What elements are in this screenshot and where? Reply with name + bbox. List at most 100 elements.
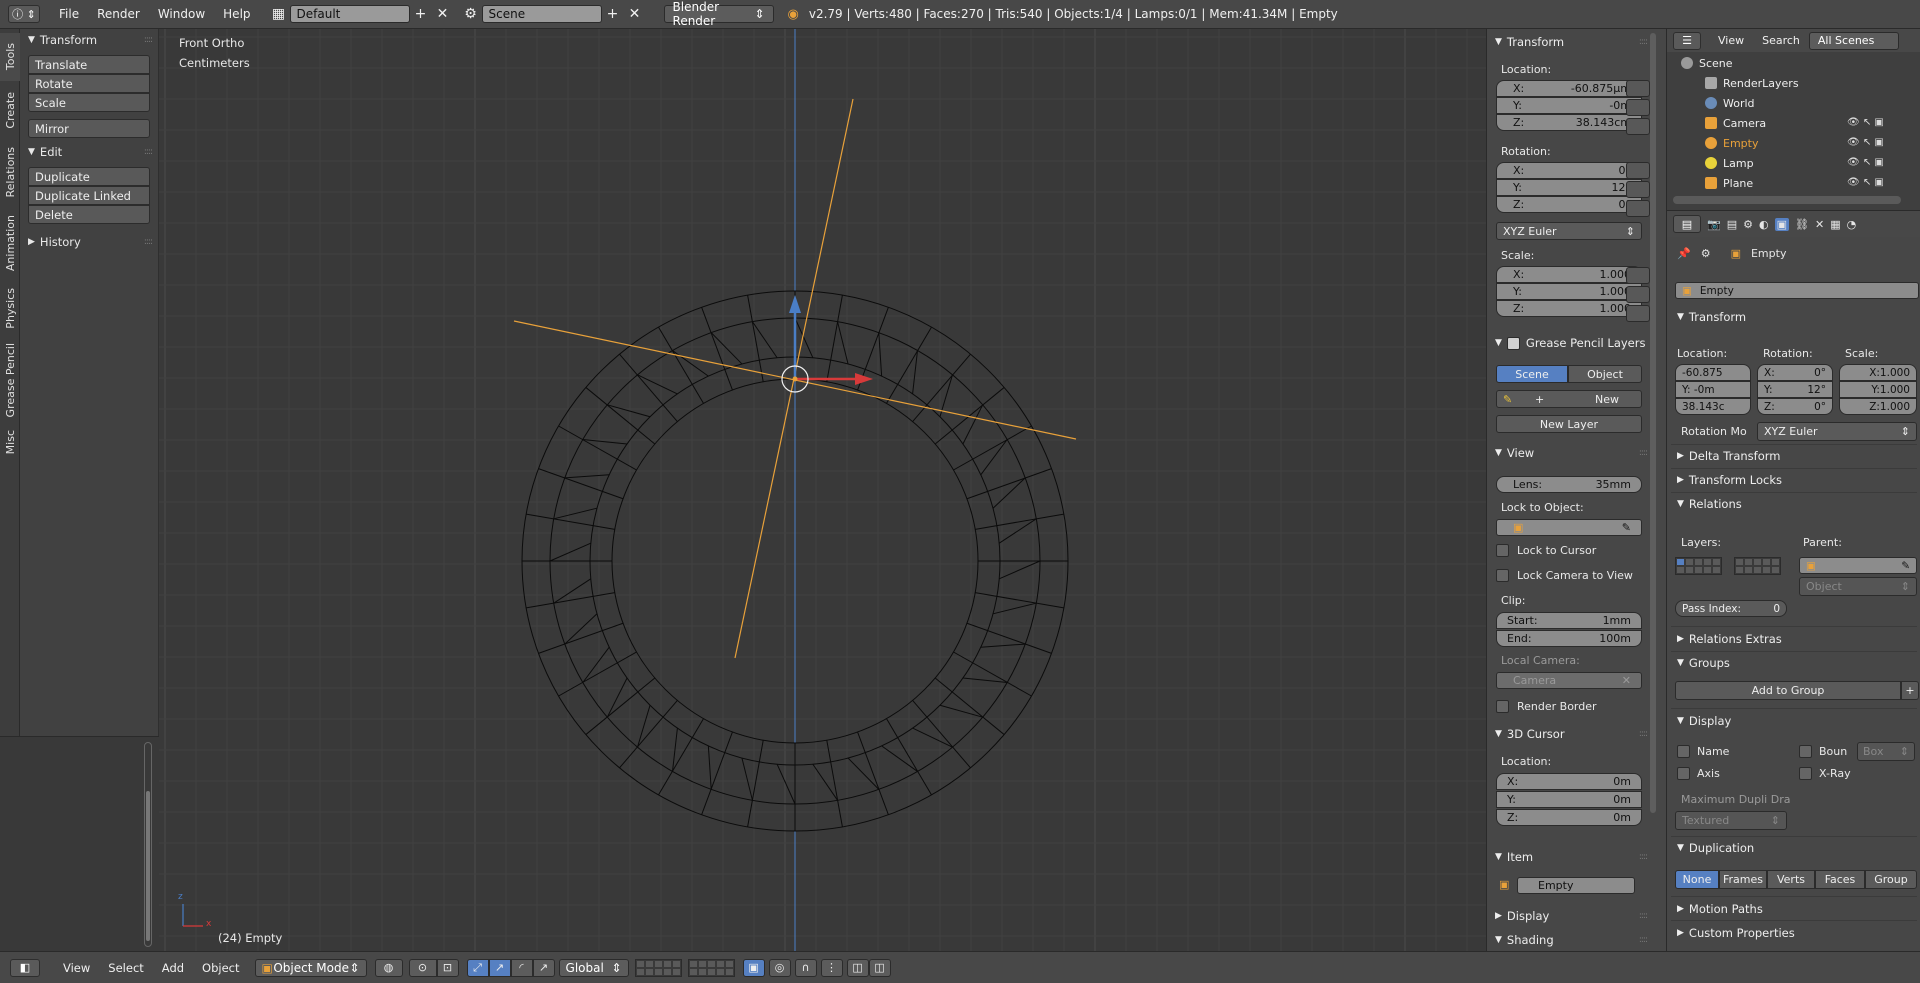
tab-create[interactable]: Create [0, 83, 20, 137]
cursor-z-field[interactable]: Z: 0m [1496, 809, 1642, 826]
rotation-x-field[interactable]: X: 0° [1496, 162, 1642, 179]
rotation-z-field[interactable]: Z: 0° [1496, 196, 1642, 213]
p-rotation-y-field[interactable]: Y: 12° [1757, 381, 1833, 398]
drag-handle-icon[interactable]: :::: [1639, 852, 1648, 862]
drag-handle-icon[interactable]: :::: [1639, 911, 1648, 921]
remove-scene-icon[interactable]: ✕ [624, 5, 646, 23]
tab-misc[interactable]: Misc [0, 425, 20, 459]
render-opengl-image-button[interactable]: ◫ [846, 958, 869, 977]
object-layers-grid[interactable] [1675, 557, 1781, 575]
delete-button[interactable]: Delete [28, 205, 150, 224]
edit-panel-header[interactable]: ▼ Edit:::: [20, 142, 158, 162]
tab-grease-pencil[interactable]: Grease Pencil [0, 337, 20, 423]
screen-layout-field[interactable]: Default [289, 5, 410, 23]
outliner-filter-select[interactable]: All Scenes [1808, 31, 1899, 50]
info-editor-type-button[interactable]: ⓘ ⇕ [8, 5, 40, 23]
eyedropper-icon[interactable]: ✎ [1901, 560, 1910, 572]
outliner-search-menu[interactable]: Search [1753, 34, 1809, 47]
grease-pencil-header[interactable]: ▼ Grease Pencil Layers [1487, 333, 1653, 353]
lock-location-x-button[interactable] [1626, 80, 1650, 97]
snap-element-select[interactable]: ⋮ [820, 958, 843, 977]
dupli-none-button[interactable]: None [1675, 870, 1719, 889]
pin-icon[interactable]: 📌 [1677, 247, 1691, 260]
duplicate-linked-button[interactable]: Duplicate Linked [28, 186, 150, 205]
screen-layout-icon[interactable]: ▦ [268, 5, 290, 23]
menu-window[interactable]: Window [149, 7, 214, 21]
render-opengl-animation-button[interactable]: ◫ [868, 958, 891, 977]
tab-animation[interactable]: Animation [0, 207, 20, 279]
render-context-icon[interactable]: 📷 [1707, 218, 1721, 231]
menu-file[interactable]: File [50, 7, 88, 21]
scrollbar-thumb[interactable] [146, 791, 150, 941]
snap-toggle-button[interactable]: ∩ [794, 958, 817, 977]
dupli-verts-button[interactable]: Verts [1767, 870, 1815, 889]
viewport-shading-select[interactable]: ◍ [374, 958, 403, 977]
operator-scrollbar[interactable] [144, 742, 152, 947]
transform-orientation-select[interactable]: Global ⇕ [558, 958, 629, 977]
mirror-button[interactable]: Mirror [28, 119, 150, 138]
scale-manipulator-button[interactable]: ↗ [532, 958, 555, 977]
display-bounds-checkbox[interactable] [1799, 745, 1812, 758]
drag-handle-icon[interactable]: :::: [1639, 448, 1648, 458]
scale-z-field[interactable]: Z: 1.000 [1496, 300, 1642, 317]
outliner-row-scene[interactable]: Scene [1667, 53, 1920, 73]
n-transform-header[interactable]: ▼ Transform:::: [1487, 32, 1653, 52]
outliner-editor-type-button[interactable]: ☰ [1673, 31, 1701, 50]
location-y-field[interactable]: Y: -0m [1496, 97, 1642, 114]
outliner-row-renderlayers[interactable]: RenderLayers [1667, 73, 1920, 93]
tab-physics[interactable]: Physics [0, 281, 20, 335]
view-panel-header[interactable]: ▼ View:::: [1487, 443, 1653, 463]
translate-manipulator-button[interactable]: ↗ [488, 958, 511, 977]
p-scale-x-field[interactable]: X:1.000 [1839, 364, 1917, 381]
tab-tools[interactable]: Tools [0, 33, 20, 81]
p-location-z-field[interactable]: 38.143c [1675, 398, 1751, 415]
lock-location-y-button[interactable] [1626, 99, 1650, 116]
drag-handle-icon[interactable]: :::: [144, 35, 153, 45]
modifiers-context-icon[interactable]: ✕ [1815, 218, 1824, 231]
lock-rotation-z-button[interactable] [1626, 200, 1650, 217]
p-transform-header[interactable]: ▼ Transform [1667, 307, 1917, 327]
object-context-icon[interactable]: ▣ [1774, 217, 1789, 231]
groups-header[interactable]: ▼ Groups [1667, 653, 1917, 673]
location-x-field[interactable]: X: -60.875µm [1496, 80, 1642, 97]
rotation-y-field[interactable]: Y: 12° [1496, 179, 1642, 196]
scene-layers-block-2[interactable] [687, 958, 735, 977]
relations-header[interactable]: ▼ Relations [1667, 494, 1917, 514]
custom-properties-header[interactable]: ▶ Custom Properties [1667, 923, 1917, 943]
viewport-canvas[interactable] [159, 29, 1486, 951]
gp-new-button[interactable]: ✎ + New [1496, 390, 1642, 408]
layer-block-1[interactable] [1675, 557, 1722, 575]
scale-button[interactable]: Scale [28, 93, 150, 112]
tab-relations[interactable]: Relations [0, 139, 20, 205]
add-to-group-button[interactable]: Add to Group [1675, 681, 1901, 700]
manipulate-center-points-button[interactable]: ⊡ [436, 958, 459, 977]
proportional-editing-button[interactable]: ◎ [768, 958, 791, 977]
p-location-x-field[interactable]: -60.875 [1675, 364, 1751, 381]
camera-visibility-icons[interactable]: 👁 ↖ ▣ [1847, 117, 1884, 128]
render-engine-select[interactable]: Blender Render ⇕ [663, 0, 774, 28]
dupli-faces-button[interactable]: Faces [1815, 870, 1865, 889]
drag-handle-icon[interactable]: :::: [1639, 935, 1648, 945]
texture-context-icon[interactable]: ▦ [1830, 218, 1840, 231]
display-axis-checkbox[interactable] [1677, 767, 1690, 780]
p-rotation-z-field[interactable]: Z: 0° [1757, 398, 1833, 415]
add-group-plus-button[interactable]: + [1901, 681, 1919, 700]
lock-rotation-x-button[interactable] [1626, 162, 1650, 179]
manipulator-toggle[interactable]: ⤢ [466, 958, 489, 977]
drag-handle-icon[interactable]: :::: [1639, 37, 1648, 47]
plane-visibility-icons[interactable]: 👁 ↖ ▣ [1847, 177, 1884, 188]
properties-editor-type-button[interactable]: ▤ [1673, 215, 1701, 233]
menu-render[interactable]: Render [88, 7, 149, 21]
drag-handle-icon[interactable]: :::: [144, 147, 153, 157]
cursor-x-field[interactable]: X: 0m [1496, 773, 1642, 790]
object-name-field[interactable]: ▣ Empty [1675, 282, 1919, 299]
drag-handle-icon[interactable]: :::: [1639, 729, 1648, 739]
clip-start-field[interactable]: Start: 1mm [1496, 612, 1642, 629]
scene-layers-block-1[interactable] [634, 958, 682, 977]
parent-field[interactable]: ▣ ✎ [1799, 557, 1917, 574]
p-rotation-x-field[interactable]: X: 0° [1757, 364, 1833, 381]
dupli-group-button[interactable]: Group [1865, 870, 1917, 889]
lens-field[interactable]: Lens: 35mm [1496, 476, 1642, 493]
p-location-y-field[interactable]: Y: -0m [1675, 381, 1751, 398]
cursor-y-field[interactable]: Y: 0m [1496, 791, 1642, 808]
